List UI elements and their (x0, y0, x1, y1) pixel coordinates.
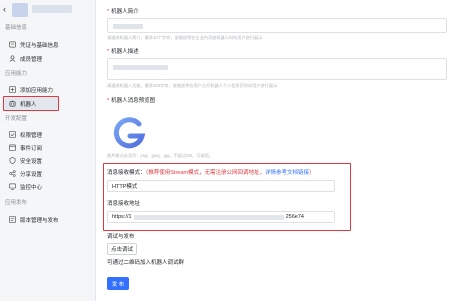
preview-hint: 图片格式必须为：png、jpeg、jpg，不超过2M，可调用。 (107, 153, 213, 158)
sidebar-item-robot[interactable]: 机器人 (3, 96, 59, 111)
robot-config-form: * 机器人简介 请描述机器人简介，最多10个字符，该描述将在企业内添加机器人时向用… (97, 0, 474, 301)
sidebar-item-label: 事件订阅 (20, 145, 43, 152)
sidebar-item-label: 版本管理与发布 (20, 217, 59, 224)
blurred-value (113, 65, 168, 70)
preview-label: * 机器人消息预览图 (107, 98, 156, 104)
sidebar-item-label: 添加应用能力 (20, 87, 54, 94)
sidebar-item-add-capability[interactable]: 添加应用能力 (4, 83, 92, 96)
sidebar-item-label: 监控中心 (20, 184, 43, 191)
sidebar-item-members[interactable]: 成员管理 (4, 52, 92, 65)
sidebar-item-label: 分享设置 (20, 171, 43, 178)
sidebar-header: ‹ (0, 0, 96, 18)
permission-icon (9, 131, 16, 138)
sidebar-item-events[interactable]: 事件订阅 (4, 141, 92, 154)
sidebar-item-label: 凭证与基础信息 (20, 42, 59, 49)
blurred-value (113, 24, 143, 29)
add-capability-icon (9, 86, 16, 93)
sidebar-item-label: 成员管理 (20, 56, 43, 63)
app-name-blurred (32, 5, 72, 13)
desc-label: * 机器人描述 (107, 49, 139, 55)
sidebar-group-basic: 基础信息 (5, 25, 28, 31)
sidebar: ‹ 基础信息 凭证与基础信息 成员管理 应用能力 添加应用能力 机器人 开发配置… (0, 0, 96, 301)
debug-hint: 可通过二维码加入机器人调试群 (107, 260, 185, 266)
app-avatar (12, 3, 28, 17)
blurred-url (133, 214, 284, 220)
sidebar-item-label: 安全设置 (20, 158, 43, 165)
sidebar-group-capability: 应用能力 (5, 71, 28, 77)
sidebar-item-label: 权限管理 (20, 132, 43, 139)
version-icon (9, 216, 16, 223)
sidebar-group-release: 应用发布 (5, 200, 28, 206)
credential-icon (9, 41, 16, 48)
msg-url-input[interactable]: https://1 256e74 (107, 211, 335, 223)
msg-mode-label: 消息接收模式：（推荐使用Stream模式，无需注册公网回调地址，详情参考文档链接… (107, 170, 315, 176)
robot-preview-image (113, 117, 146, 149)
debug-button[interactable]: 点击调试 (107, 243, 137, 255)
share-icon (9, 170, 16, 177)
robot-icon (9, 100, 16, 107)
member-icon (9, 55, 16, 62)
sidebar-item-label: 机器人 (20, 101, 37, 108)
sidebar-item-version-release[interactable]: 版本管理与发布 (4, 213, 92, 226)
robot-desc-textarea[interactable] (107, 58, 447, 80)
intro-hint: 请描述机器人简介，最多10个字符，该描述将在企业内添加机器人时向用户进行展示 (107, 35, 263, 40)
sidebar-group-dev-config: 开发配置 (5, 116, 28, 122)
sidebar-item-monitor[interactable]: 监控中心 (4, 180, 92, 193)
event-icon (9, 144, 16, 151)
sidebar-item-security[interactable]: 安全设置 (4, 154, 92, 167)
security-icon (9, 157, 16, 164)
intro-label: * 机器人简介 (107, 9, 139, 15)
debug-section-title: 调试与发布 (107, 234, 135, 240)
sidebar-item-share[interactable]: 分享设置 (4, 167, 92, 180)
msg-mode-input[interactable]: HTTP模式 (107, 180, 335, 192)
robot-intro-input[interactable] (107, 18, 447, 33)
publish-button[interactable]: 发 布 (107, 277, 129, 290)
doc-link[interactable]: 详情参考文档链接 (265, 170, 309, 176)
monitor-icon (9, 183, 16, 190)
sidebar-item-permissions[interactable]: 权限管理 (4, 128, 92, 141)
preview-image-upload[interactable] (107, 112, 151, 156)
desc-hint: 请描述机器人功能，最多200字符，该描述将在用户点开机器人个人信息页时向用户进行… (107, 83, 278, 88)
msg-url-label: 消息接收地址 (107, 201, 141, 207)
chevron-left-icon[interactable]: ‹ (3, 4, 6, 14)
sidebar-item-credentials[interactable]: 凭证与基础信息 (4, 38, 92, 51)
